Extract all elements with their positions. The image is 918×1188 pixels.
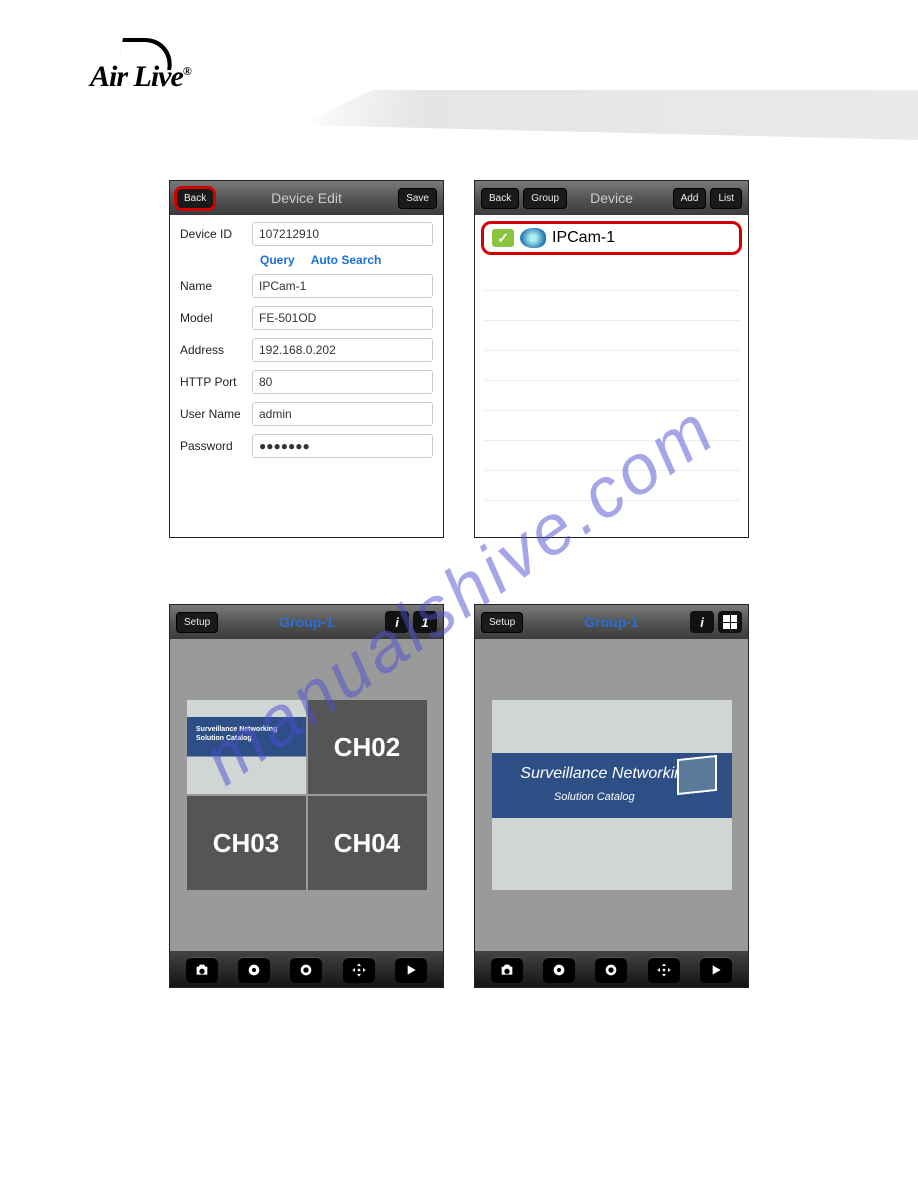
save-button[interactable]: Save <box>398 188 437 209</box>
back-button[interactable]: Back <box>176 188 214 209</box>
navbar: Setup Group-1 i <box>475 605 748 639</box>
ptz-icon[interactable] <box>648 957 680 983</box>
screenshot-group-single: Setup Group-1 i Surveillance Networking … <box>474 604 749 988</box>
username-input[interactable]: admin <box>252 402 433 426</box>
device-form: Device ID 107212910 Query Auto Search Na… <box>170 215 443 471</box>
port-label: HTTP Port <box>180 375 252 389</box>
setup-button[interactable]: Setup <box>481 612 523 633</box>
screenshot-grid: Back Device Edit Save Device ID 10721291… <box>169 180 749 988</box>
page-header: Air Live® <box>0 0 918 160</box>
record-icon[interactable] <box>543 957 575 983</box>
camera-icon <box>520 228 546 248</box>
password-label: Password <box>180 439 252 453</box>
snapshot-icon[interactable] <box>491 957 523 983</box>
back-button[interactable]: Back <box>481 188 519 209</box>
video-cell-ch04[interactable]: CH04 <box>308 796 427 890</box>
lens-icon[interactable] <box>595 957 627 983</box>
device-name: IPCam-1 <box>552 229 615 247</box>
query-link[interactable]: Query <box>260 253 295 267</box>
list-button[interactable]: List <box>710 188 742 209</box>
screenshot-device-list: Back Group Device Add List ✓ IPCam-1 <box>474 180 749 538</box>
name-input[interactable]: IPCam-1 <box>252 274 433 298</box>
quad-view-icon[interactable] <box>718 611 742 633</box>
navbar: Setup Group-1 i 1 <box>170 605 443 639</box>
model-label: Model <box>180 311 252 325</box>
record-icon[interactable] <box>238 957 270 983</box>
banner-text-2: Solution Catalog <box>554 791 635 803</box>
play-icon[interactable] <box>700 957 732 983</box>
name-label: Name <box>180 279 252 293</box>
address-label: Address <box>180 343 252 357</box>
brand-logo: Air Live® <box>90 60 191 94</box>
single-view-icon[interactable]: 1 <box>413 611 437 633</box>
play-icon[interactable] <box>395 957 427 983</box>
device-row-ipcam1[interactable]: ✓ IPCam-1 <box>481 221 742 255</box>
bottom-toolbar <box>475 951 748 988</box>
lens-icon[interactable] <box>290 957 322 983</box>
video-cell-ch01[interactable]: Surveillance Networking Solution Catalog <box>187 700 306 794</box>
header-swoosh <box>298 90 918 140</box>
port-input[interactable]: 80 <box>252 370 433 394</box>
screenshot-group-quad: Setup Group-1 i 1 Surveillance Networkin… <box>169 604 444 988</box>
device-list: ✓ IPCam-1 <box>475 221 748 501</box>
username-label: User Name <box>180 407 252 421</box>
address-input[interactable]: 192.168.0.202 <box>252 338 433 362</box>
check-icon: ✓ <box>492 229 514 247</box>
autosearch-link[interactable]: Auto Search <box>311 253 382 267</box>
setup-button[interactable]: Setup <box>176 612 218 633</box>
password-input[interactable]: ●●●●●●● <box>252 434 433 458</box>
video-cell-single[interactable]: Surveillance Networking Solution Catalog <box>492 700 732 890</box>
video-cell-ch02[interactable]: CH02 <box>308 700 427 794</box>
device-id-label: Device ID <box>180 227 252 241</box>
video-cell-ch03[interactable]: CH03 <box>187 796 306 890</box>
screenshot-device-edit: Back Device Edit Save Device ID 10721291… <box>169 180 444 538</box>
banner-thumbnail <box>677 755 717 795</box>
info-icon[interactable]: i <box>690 611 714 633</box>
add-button[interactable]: Add <box>673 188 707 209</box>
model-input[interactable]: FE-501OD <box>252 306 433 330</box>
device-id-input[interactable]: 107212910 <box>252 222 433 246</box>
navbar: Back Device Edit Save <box>170 181 443 215</box>
navbar: Back Group Device Add List <box>475 181 748 215</box>
video-grid: Surveillance Networking Solution Catalog… <box>187 700 427 890</box>
info-icon[interactable]: i <box>385 611 409 633</box>
ptz-icon[interactable] <box>343 957 375 983</box>
banner-text-1: Surveillance Networking <box>520 765 692 783</box>
bottom-toolbar <box>170 951 443 988</box>
snapshot-icon[interactable] <box>186 957 218 983</box>
group-button[interactable]: Group <box>523 188 567 209</box>
